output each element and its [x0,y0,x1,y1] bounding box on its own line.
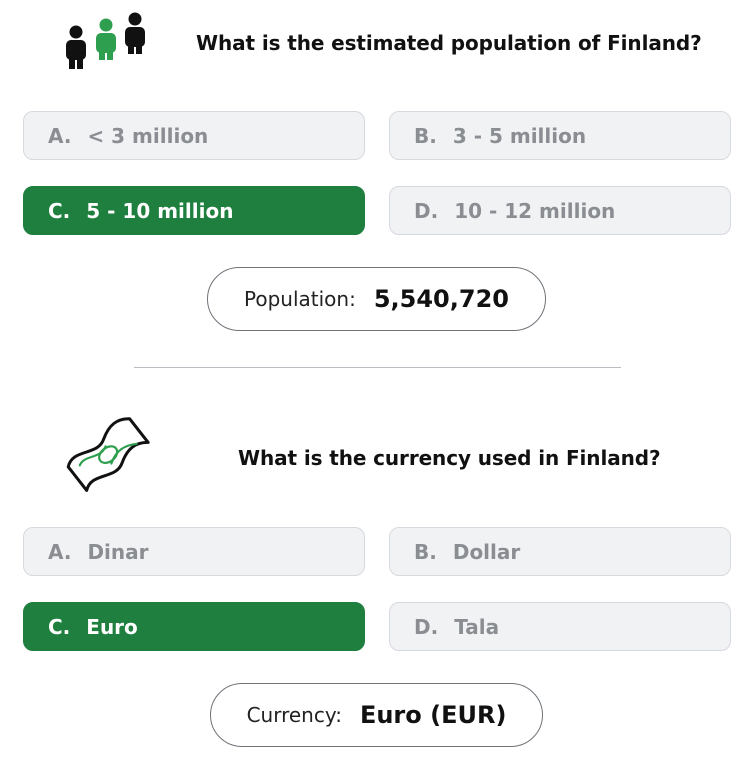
option-label: Tala [454,614,500,639]
option-d[interactable]: D. Tala [389,602,731,651]
option-letter: A. [48,123,72,148]
option-letter: D. [414,614,439,639]
result-value: Euro (EUR) [359,701,507,729]
banknote-icon [66,417,150,492]
result-label: Currency: [246,703,342,727]
option-letter: D. [414,198,439,223]
population-result: Population: 5,540,720 [207,267,546,331]
option-c[interactable]: C. Euro [23,602,365,651]
question-text: What is the estimated population of Finl… [196,31,702,55]
section-divider [134,367,621,368]
option-c[interactable]: C. 5 - 10 million [23,186,365,235]
option-label: 3 - 5 million [452,123,587,148]
option-label: 5 - 10 million [86,198,234,223]
option-letter: B. [414,123,437,148]
people-icon [66,12,145,69]
currency-result: Currency: Euro (EUR) [210,683,543,747]
option-d[interactable]: D. 10 - 12 million [389,186,731,235]
option-b[interactable]: B. 3 - 5 million [389,111,731,160]
option-label: Dollar [452,539,521,564]
option-letter: C. [48,614,71,639]
option-label: < 3 million [87,123,209,148]
question-text: What is the currency used in Finland? [238,446,661,470]
option-letter: C. [48,198,71,223]
option-a[interactable]: A. Dinar [23,527,365,576]
option-label: 10 - 12 million [454,198,616,223]
result-value: 5,540,720 [373,285,509,313]
option-b[interactable]: B. Dollar [389,527,731,576]
option-letter: B. [414,539,437,564]
result-label: Population: [244,287,356,311]
option-label: Dinar [87,539,149,564]
option-label: Euro [86,614,138,639]
option-a[interactable]: A. < 3 million [23,111,365,160]
option-letter: A. [48,539,72,564]
